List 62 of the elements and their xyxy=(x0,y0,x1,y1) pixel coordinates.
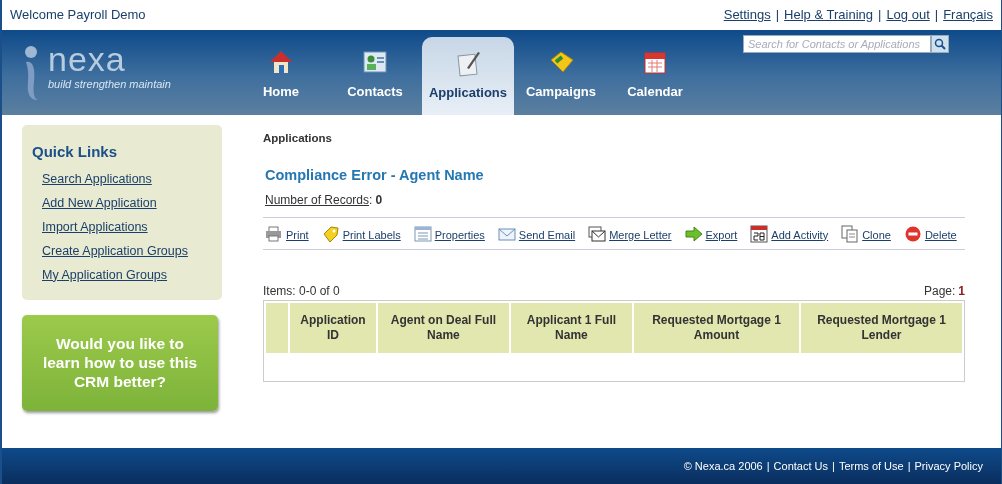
separator: | xyxy=(766,458,770,474)
top-link[interactable]: Settings xyxy=(723,5,771,25)
welcome-text: Welcome Payroll Demo xyxy=(10,6,146,25)
separator: | xyxy=(907,458,911,474)
envelope-icon xyxy=(497,225,516,243)
envelopes-icon xyxy=(588,225,607,243)
separator: | xyxy=(878,6,882,25)
quick-link[interactable]: My Application Groups xyxy=(42,265,212,284)
tag-icon xyxy=(321,225,340,243)
calendar-icon xyxy=(750,225,769,243)
header-cell xyxy=(266,303,288,353)
column-header[interactable]: Application ID xyxy=(290,303,376,353)
page-number: 1 xyxy=(958,283,965,300)
nav-tab[interactable]: Home xyxy=(234,37,328,115)
logo-name: nexa xyxy=(48,42,127,76)
quick-link[interactable]: Add New Application xyxy=(42,193,212,212)
colon: : xyxy=(369,192,373,209)
items-count: Items: 0-0 of 0 xyxy=(263,283,340,300)
toolbar-link[interactable]: Print Labels xyxy=(342,226,401,243)
separator: | xyxy=(775,6,780,25)
nav-tab[interactable]: Contacts xyxy=(328,37,422,115)
nav-tab[interactable]: Calendar xyxy=(608,37,702,115)
quick-link[interactable]: Search Applications xyxy=(42,169,212,188)
toolbar-link[interactable]: Merge Letter xyxy=(609,226,672,243)
search-button[interactable] xyxy=(931,35,949,53)
arrow-icon xyxy=(684,225,703,243)
page-title: Compliance Error - Agent Name xyxy=(265,166,485,186)
toolbar-link[interactable]: Clone xyxy=(862,226,891,243)
toolbar-link[interactable]: Send Email xyxy=(518,226,576,243)
top-link[interactable]: Help & Training xyxy=(784,5,873,25)
copy-icon xyxy=(841,225,860,243)
footer-link[interactable]: Privacy Policy xyxy=(914,457,983,475)
page-label: Page: xyxy=(923,283,956,300)
toolbar-link[interactable]: Delete xyxy=(924,226,957,243)
copyright-text: © Nexa.ca 2006 xyxy=(683,458,763,474)
top-link[interactable]: Log out xyxy=(886,5,930,25)
delete-icon xyxy=(903,225,922,243)
search-icon xyxy=(934,38,946,50)
column-header[interactable]: Agent on Deal Full Name xyxy=(378,303,509,353)
list-icon xyxy=(413,225,432,243)
footer-link[interactable]: Contact Us xyxy=(773,457,828,475)
footer-link[interactable]: Terms of Use xyxy=(838,457,904,475)
printer-icon xyxy=(265,225,283,243)
toolbar-link[interactable]: Export xyxy=(705,226,738,243)
logo-tagline: build strengthen maintain xyxy=(48,77,171,92)
breadcrumb-text: Applications xyxy=(263,131,333,146)
nav-tab[interactable]: Campaigns xyxy=(514,37,608,115)
separator: | xyxy=(934,6,939,25)
nav-tab[interactable]: Applications xyxy=(422,37,514,115)
column-header[interactable]: Applicant 1 Full Name xyxy=(510,303,633,353)
toolbar-link[interactable]: Add Activity xyxy=(771,226,829,243)
quick-link[interactable]: Import Applications xyxy=(42,217,212,236)
top-link[interactable]: Français xyxy=(943,5,993,25)
separator: | xyxy=(832,458,835,474)
records-count: 0 xyxy=(375,192,383,209)
quick-link[interactable]: Create Application Groups xyxy=(42,241,212,260)
column-header[interactable]: Requested Mortgage 1 Lender xyxy=(801,303,962,353)
toolbar-link[interactable]: Properties xyxy=(434,226,485,243)
search-field[interactable]: Search for Contacts or Applications xyxy=(743,35,931,53)
panel-title: Quick Links xyxy=(32,142,119,162)
column-header[interactable]: Requested Mortgage 1 Amount xyxy=(634,303,799,353)
toolbar-link[interactable]: Print xyxy=(286,226,309,243)
